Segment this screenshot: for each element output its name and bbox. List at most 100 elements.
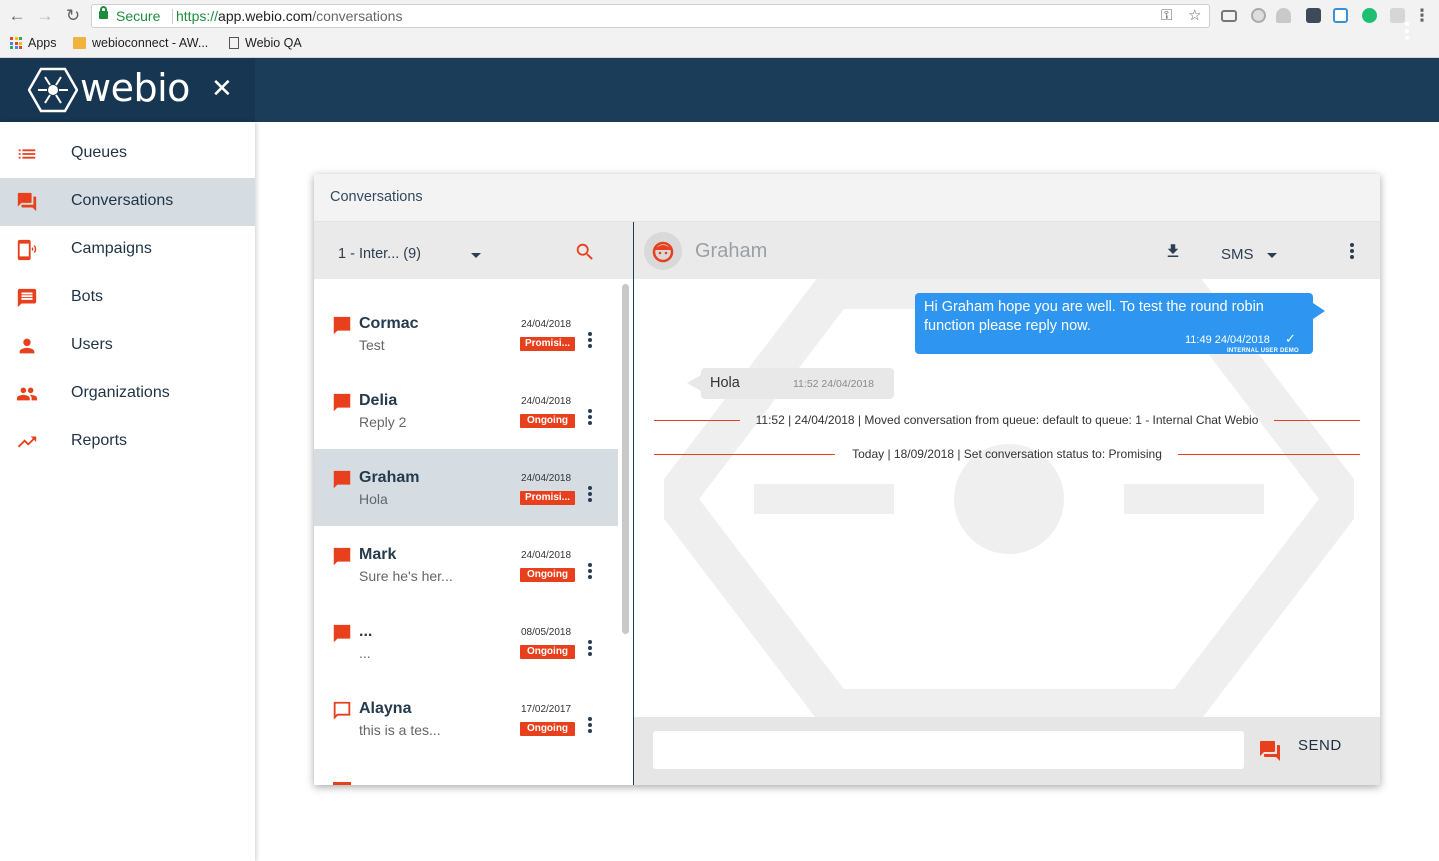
more-vert-icon[interactable] xyxy=(587,332,593,350)
card-header: Conversations xyxy=(314,174,1380,222)
sidebar-item-label: Bots xyxy=(71,288,104,305)
conversation-preview: Reply 2 xyxy=(359,414,407,430)
page-icon xyxy=(229,37,239,49)
forward-arrow-icon[interactable]: → xyxy=(35,6,55,26)
sidebar-item-label: Users xyxy=(71,336,113,353)
more-vert-icon[interactable] xyxy=(587,563,593,581)
message-text: Hi Graham hope you are well. To test the… xyxy=(924,299,1264,334)
more-vert-icon[interactable] xyxy=(587,486,593,504)
back-arrow-icon[interactable]: ← xyxy=(7,6,27,26)
conversation-item[interactable]: Cormac Test 24/04/2018 Promisi... xyxy=(314,295,618,372)
chevron-down-icon[interactable] xyxy=(471,253,481,258)
person-icon xyxy=(19,338,35,354)
conversation-name: ... xyxy=(359,623,373,640)
message-composer: SEND xyxy=(634,717,1380,785)
extension-circle-icon[interactable] xyxy=(1251,8,1266,23)
extension-w-icon[interactable] xyxy=(1333,8,1348,23)
conversation-preview: Hola xyxy=(359,491,388,507)
channel-select[interactable]: SMS xyxy=(1221,246,1254,263)
url-scheme: https:// xyxy=(176,8,219,24)
close-menu-icon[interactable]: ✕ xyxy=(211,75,233,101)
status-badge: Ongoing xyxy=(520,568,575,582)
conversation-date: 08/05/2018 xyxy=(521,627,572,638)
status-badge: Promisi... xyxy=(520,491,575,505)
lock-icon xyxy=(99,6,108,19)
conversation-name: Cormac xyxy=(359,315,419,332)
address-bar[interactable]: Secure https://app.webio.com/conversatio… xyxy=(91,4,1210,28)
list-icon xyxy=(18,149,36,159)
message-author: INTERNAL USER DEMO xyxy=(1227,348,1299,354)
conversation-date: 24/04/2018 xyxy=(521,473,572,484)
sidebar-item-users[interactable]: Users xyxy=(0,322,255,370)
conversation-preview: Sure he's her... xyxy=(359,568,453,584)
conversation-event: 11:52 | 24/04/2018 | Moved conversation … xyxy=(654,413,1360,429)
event-text: Today | 18/09/2018 | Set conversation st… xyxy=(852,447,1162,461)
grammarly-icon[interactable] xyxy=(1362,8,1377,23)
queue-select[interactable]: 1 - Inter... (9) xyxy=(338,246,421,262)
phone-ring-icon xyxy=(17,239,37,261)
conversation-item[interactable]: Alayna this is a tes... 17/02/2017 Ongoi… xyxy=(314,680,618,757)
sidebar-item-bots[interactable]: Bots xyxy=(0,274,255,322)
message-input[interactable] xyxy=(653,731,1244,769)
conversation-list: Cormac Test 24/04/2018 Promisi... Delia … xyxy=(314,279,633,785)
conversation-item[interactable]: Delia Reply 2 24/04/2018 Ongoing xyxy=(314,372,618,449)
conversations-card: Conversations 1 - Inter... (9) Cormac Te… xyxy=(314,174,1380,785)
search-icon[interactable] xyxy=(574,241,596,263)
sidebar-item-label: Organizations xyxy=(71,384,170,401)
message-text-icon xyxy=(17,288,37,308)
chat-flag-icon xyxy=(333,782,351,785)
bookmark-label: webioconnect - AW... xyxy=(92,36,209,50)
key-icon[interactable]: ⚿ xyxy=(1161,5,1172,27)
conversation-name: Alayna xyxy=(359,700,412,717)
contact-name: Graham xyxy=(695,240,768,262)
sidebar-item-conversations[interactable]: Conversations xyxy=(0,178,255,226)
extension-g-icon[interactable] xyxy=(1390,8,1405,23)
more-vert-icon[interactable] xyxy=(587,409,593,427)
conversation-event: Today | 18/09/2018 | Set conversation st… xyxy=(654,447,1360,463)
cloud-icon[interactable] xyxy=(1276,8,1291,23)
contact-face-icon xyxy=(652,241,674,263)
bookmark-webio-qa[interactable]: Webio QA xyxy=(229,36,302,50)
sidebar-item-queues[interactable]: Queues xyxy=(0,130,255,178)
conversation-item[interactable]: ... ... 08/05/2018 Ongoing xyxy=(314,603,618,680)
sidebar-item-organizations[interactable]: Organizations xyxy=(0,370,255,418)
chat-pane: Graham SMS Hi Graham hope you are well. … xyxy=(634,222,1380,785)
conversation-item-active[interactable]: Graham Hola 24/04/2018 Promisi... xyxy=(314,449,618,526)
quick-reply-icon[interactable] xyxy=(1258,739,1282,763)
sidebar-item-label: Reports xyxy=(71,432,128,449)
chevron-down-icon[interactable] xyxy=(1267,253,1277,258)
card-title: Conversations xyxy=(330,189,423,205)
sidebar-item-campaigns[interactable]: Campaigns xyxy=(0,226,255,274)
forum-icon xyxy=(17,192,37,212)
logo-text: webio xyxy=(80,66,190,110)
sidebar-item-reports[interactable]: Reports xyxy=(0,418,255,466)
send-button[interactable]: SEND xyxy=(1298,737,1342,754)
list-scrollbar[interactable] xyxy=(622,284,629,634)
bookmark-star-icon[interactable]: ☆ xyxy=(1188,5,1201,27)
app-more-icon[interactable] xyxy=(1398,22,1416,42)
trending-up-icon xyxy=(17,436,37,448)
conversation-item[interactable]: Mark Sure he's her... 24/04/2018 Ongoing xyxy=(314,526,618,603)
more-vert-icon[interactable] xyxy=(1349,243,1355,261)
cast-icon[interactable] xyxy=(1221,10,1237,22)
bookmarks-bar: Apps webioconnect - AW... Webio QA xyxy=(0,33,1439,55)
conversation-date: 24/04/2018 xyxy=(521,396,572,407)
more-vert-icon[interactable] xyxy=(587,640,593,658)
download-icon[interactable] xyxy=(1164,241,1182,261)
conversation-list-pane: 1 - Inter... (9) Cormac Test 24/04/2018 … xyxy=(314,222,633,785)
reload-icon[interactable]: ↻ xyxy=(63,6,83,26)
sidebar-item-label: Queues xyxy=(71,144,128,161)
sidebar: Queues Conversations Campaigns Bots User… xyxy=(0,122,255,861)
status-badge: Ongoing xyxy=(520,414,575,428)
conversation-date: 17/02/2017 xyxy=(521,704,572,715)
conversation-name: Graham xyxy=(359,469,420,486)
message-timestamp: 11:52 24/04/2018 xyxy=(793,378,874,390)
package-icon xyxy=(73,37,86,49)
bookmark-label: Webio QA xyxy=(245,36,302,50)
outgoing-message: Hi Graham hope you are well. To test the… xyxy=(915,293,1325,354)
extension-dots-icon[interactable] xyxy=(1306,8,1321,23)
secure-label: Secure xyxy=(116,8,161,24)
bookmark-webioconnect[interactable]: webioconnect - AW... xyxy=(73,36,208,50)
bookmark-apps[interactable]: Apps xyxy=(10,36,57,50)
more-vert-icon[interactable] xyxy=(587,717,593,735)
